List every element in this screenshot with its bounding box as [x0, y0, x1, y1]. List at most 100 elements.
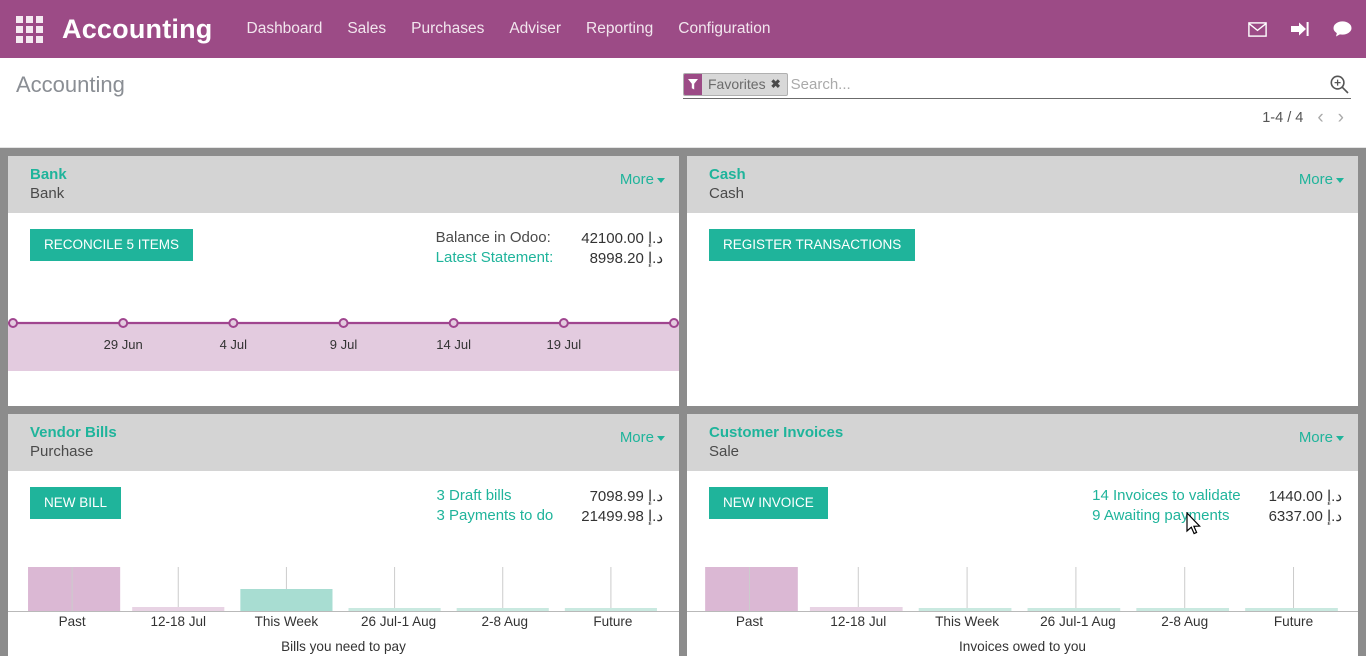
bills-category-4: 2-8 Aug [481, 614, 528, 629]
bills-category-1: 12-18 Jul [150, 614, 206, 629]
apps-grid-cell [26, 26, 33, 33]
vendor-bills-bar-chart: Past 12-18 Jul This Week 26 Jul-1 Aug 2-… [8, 549, 679, 656]
card-subtitle: Purchase [30, 442, 665, 462]
bank-balance-area-chart: 29 Jun 4 Jul 9 Jul 14 Jul 19 Jul [8, 296, 679, 406]
reconcile-items-button[interactable]: RECONCILE 5 ITEMS [30, 229, 193, 261]
card-more-label: More [1299, 429, 1333, 446]
bills-category-2: This Week [255, 614, 319, 629]
bank-tick-1: 4 Jul [220, 337, 248, 352]
apps-grid-icon[interactable] [12, 12, 46, 46]
card-figures: Balance in Odoo: 42100.00 د.إ Latest Sta… [436, 229, 665, 267]
figure-label-balance: Balance in Odoo: [436, 229, 554, 247]
new-bill-button[interactable]: NEW BILL [30, 487, 121, 519]
journal-card-vendor-bills[interactable]: Vendor Bills Purchase More NEW BILL 3 Dr… [8, 414, 679, 656]
close-icon[interactable]: ✖ [771, 74, 787, 95]
journal-card-cash[interactable]: Cash Cash More REGISTER TRANSACTIONS [687, 156, 1358, 406]
journal-card-bank[interactable]: Bank Bank More RECONCILE 5 ITEMS Balance… [8, 156, 679, 406]
pager-previous-button[interactable]: ‹ [1317, 108, 1323, 127]
card-title[interactable]: Vendor Bills [30, 423, 665, 442]
menu-item-adviser[interactable]: Adviser [509, 20, 561, 38]
card-title[interactable]: Customer Invoices [709, 423, 1344, 442]
vendor-bills-chart-title: Bills you need to pay [281, 639, 406, 654]
figure-value-draft-bills: 7098.99 د.إ [581, 487, 663, 505]
bank-tick-0: 29 Jun [104, 337, 143, 352]
apps-grid-cell [26, 16, 33, 23]
pager-next-button[interactable]: › [1338, 108, 1344, 127]
new-invoice-button[interactable]: NEW INVOICE [709, 487, 828, 519]
chat-icon[interactable] [1333, 21, 1352, 37]
invoices-category-3: 26 Jul-1 Aug [1040, 614, 1116, 629]
sign-in-icon[interactable] [1291, 21, 1309, 37]
search-bar: Favorites ✖ [683, 70, 1351, 99]
card-more-button[interactable]: More [620, 171, 665, 188]
chevron-down-icon [657, 178, 665, 183]
apps-grid-cell [36, 16, 43, 23]
card-body: REGISTER TRANSACTIONS [687, 213, 1358, 406]
card-subtitle: Bank [30, 184, 665, 204]
card-header: Cash Cash More [687, 156, 1358, 213]
figure-label-payments-to-do[interactable]: 3 Payments to do [437, 507, 554, 525]
control-panel: Accounting Favorites ✖ 1-4 / 4 ‹ › [0, 58, 1366, 148]
dashboard-kanban: Bank Bank More RECONCILE 5 ITEMS Balance… [0, 148, 1366, 656]
card-body: NEW BILL 3 Draft bills 7098.99 د.إ 3 Pay… [8, 471, 679, 656]
figure-value-awaiting-payments: 6337.00 د.إ [1269, 507, 1342, 525]
apps-grid-cell [16, 16, 23, 23]
search-input[interactable] [791, 72, 1351, 96]
apps-grid-cell [16, 26, 23, 33]
card-more-label: More [620, 171, 654, 188]
invoices-category-1: 12-18 Jul [830, 614, 886, 629]
card-body: RECONCILE 5 ITEMS Balance in Odoo: 42100… [8, 213, 679, 406]
menu-item-sales[interactable]: Sales [347, 20, 386, 38]
chevron-down-icon [1336, 436, 1344, 441]
card-body: NEW INVOICE 14 Invoices to validate 1440… [687, 471, 1358, 656]
apps-grid-cell [36, 36, 43, 43]
figure-label-draft-bills[interactable]: 3 Draft bills [437, 487, 554, 505]
card-subtitle: Cash [709, 184, 1344, 204]
figure-label-invoices-to-validate[interactable]: 14 Invoices to validate [1092, 487, 1240, 505]
menu-item-dashboard[interactable]: Dashboard [247, 20, 323, 38]
breadcrumb[interactable]: Accounting [16, 72, 125, 98]
card-title[interactable]: Cash [709, 165, 1344, 184]
invoices-category-0: Past [736, 614, 763, 629]
invoices-category-5: Future [1274, 614, 1313, 629]
register-transactions-button[interactable]: REGISTER TRANSACTIONS [709, 229, 915, 261]
card-more-button[interactable]: More [1299, 171, 1344, 188]
figure-label-awaiting-payments[interactable]: 9 Awaiting payments [1092, 507, 1240, 525]
search-facet-favorites[interactable]: Favorites ✖ [683, 73, 788, 96]
search-plus-icon[interactable] [1329, 74, 1349, 99]
apps-grid-cell [26, 36, 33, 43]
menu-item-reporting[interactable]: Reporting [586, 20, 653, 38]
app-brand-title[interactable]: Accounting [62, 14, 213, 45]
bank-tick-3: 14 Jul [436, 337, 471, 352]
figure-value-balance: 42100.00 د.إ [581, 229, 663, 247]
card-more-button[interactable]: More [1299, 429, 1344, 446]
mail-icon[interactable] [1248, 22, 1267, 37]
search-facet-label: Favorites [702, 74, 771, 95]
card-figures: 3 Draft bills 7098.99 د.إ 3 Payments to … [437, 487, 665, 525]
customer-invoices-bar-chart: Past 12-18 Jul This Week 26 Jul-1 Aug 2-… [687, 549, 1358, 656]
card-header: Vendor Bills Purchase More [8, 414, 679, 471]
figure-label-latest-statement[interactable]: Latest Statement: [436, 249, 554, 267]
bank-tick-2: 9 Jul [330, 337, 358, 352]
card-body-top: RECONCILE 5 ITEMS Balance in Odoo: 42100… [30, 229, 665, 267]
main-menu: Dashboard Sales Purchases Adviser Report… [247, 20, 771, 38]
bills-category-3: 26 Jul-1 Aug [361, 614, 436, 629]
card-body-top: NEW BILL 3 Draft bills 7098.99 د.إ 3 Pay… [30, 487, 665, 525]
figure-value-payments-to-do: 21499.98 د.إ [581, 507, 663, 525]
bills-category-5: Future [593, 614, 632, 629]
card-title[interactable]: Bank [30, 165, 665, 184]
bills-category-0: Past [59, 614, 86, 629]
chevron-down-icon [1336, 178, 1344, 183]
pager-range: 1-4 / 4 [1262, 110, 1303, 126]
card-body-top: REGISTER TRANSACTIONS [709, 229, 1344, 261]
card-more-button[interactable]: More [620, 429, 665, 446]
figure-value-invoices-to-validate: 1440.00 د.إ [1269, 487, 1342, 505]
card-header: Bank Bank More [8, 156, 679, 213]
menu-item-configuration[interactable]: Configuration [678, 20, 770, 38]
top-navbar: Accounting Dashboard Sales Purchases Adv… [0, 0, 1366, 58]
menu-item-purchases[interactable]: Purchases [411, 20, 484, 38]
bank-tick-4: 19 Jul [546, 337, 581, 352]
journal-card-customer-invoices[interactable]: Customer Invoices Sale More NEW INVOICE … [687, 414, 1358, 656]
card-body-top: NEW INVOICE 14 Invoices to validate 1440… [709, 487, 1344, 525]
card-header: Customer Invoices Sale More [687, 414, 1358, 471]
